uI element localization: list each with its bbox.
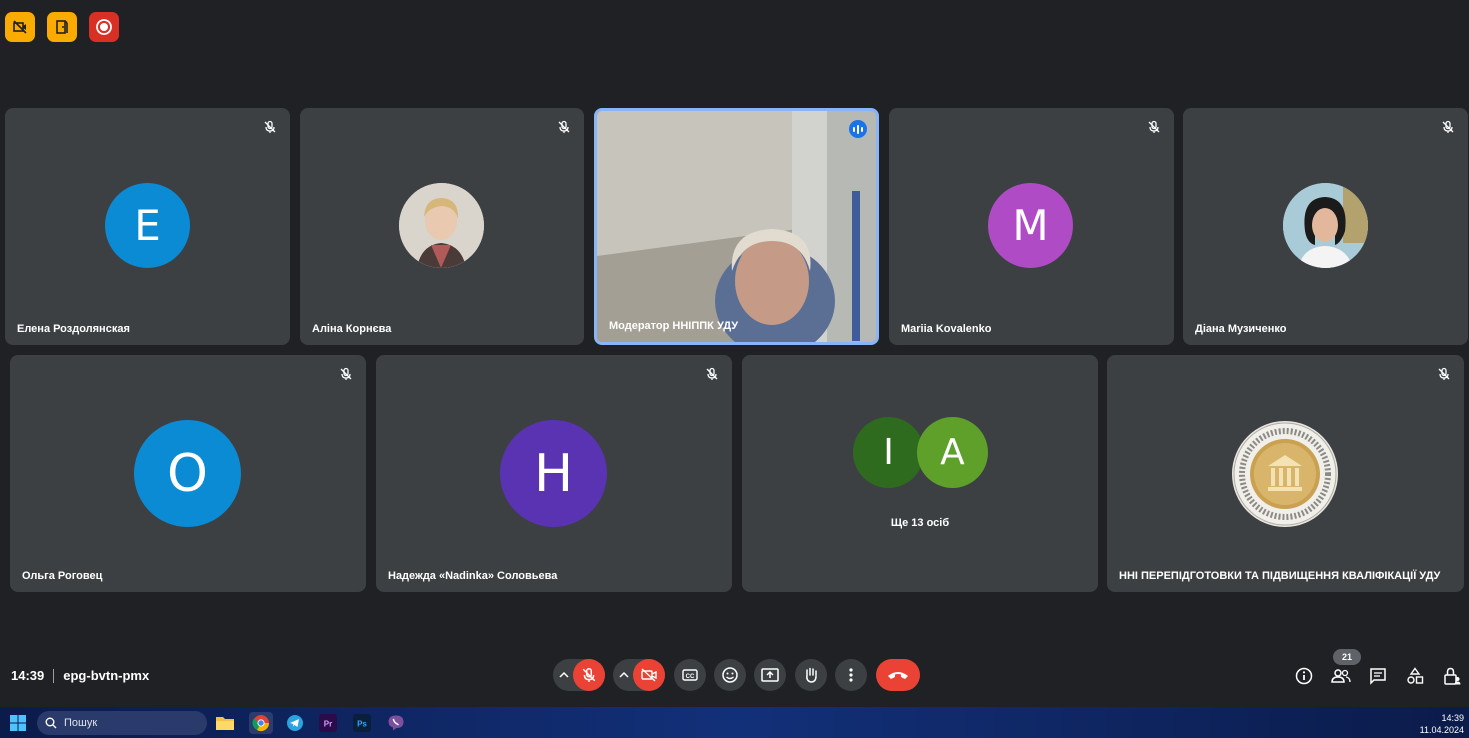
mic-off-icon	[704, 366, 720, 382]
meeting-code[interactable]: epg-bvtn-pmx	[63, 668, 149, 683]
viber-icon[interactable]	[385, 712, 407, 734]
os-taskbar: Пошук Pr Ps 14:39 11.04.2024	[0, 707, 1469, 738]
leave-call-button[interactable]	[876, 659, 920, 691]
institute-seal-logo	[1232, 421, 1338, 527]
chrome-icon[interactable]	[249, 712, 273, 734]
mic-toggle-button[interactable]	[573, 659, 605, 691]
participant-count-badge: 21	[1333, 649, 1361, 665]
chevron-up-icon[interactable]	[619, 668, 629, 686]
more-participants-label: Ще 13 осіб	[890, 517, 950, 529]
mic-off-icon	[338, 366, 354, 382]
info-icon	[1295, 667, 1313, 685]
emoji-icon	[722, 667, 738, 683]
present-screen-button[interactable]	[754, 659, 786, 691]
mic-off-icon	[1146, 119, 1162, 135]
top-status-badges	[5, 12, 119, 42]
hand-icon	[806, 667, 817, 683]
participant-tile[interactable]: H Надежда «Nadinka» Соловьева	[376, 355, 732, 592]
search-icon	[45, 717, 57, 729]
mic-off-icon	[582, 667, 596, 682]
chat-button[interactable]	[1368, 666, 1388, 686]
camera-control-group	[613, 659, 665, 691]
camera-toggle-button[interactable]	[633, 659, 665, 691]
participant-tile[interactable]: E Елена Роздолянская	[5, 108, 290, 345]
chat-icon	[1370, 668, 1386, 685]
video-feed	[597, 111, 876, 342]
meeting-details-button[interactable]	[1294, 666, 1314, 686]
participant-photo	[1283, 183, 1368, 268]
captions-button[interactable]: CC	[674, 659, 706, 691]
end-call-icon	[888, 672, 908, 679]
others-group-tile[interactable]: I A Ще 13 осіб	[742, 355, 1098, 592]
windows-start-icon[interactable]	[7, 712, 29, 734]
clock-date: 11.04.2024	[1419, 725, 1464, 735]
no-camera-badge-icon[interactable]	[5, 12, 35, 42]
premiere-pro-icon[interactable]: Pr	[317, 712, 339, 734]
participant-name: Аліна Корнєва	[312, 323, 392, 335]
svg-text:CC: CC	[686, 674, 695, 680]
participant-avatar: O	[134, 420, 241, 527]
captions-icon: CC	[682, 669, 698, 681]
participant-name: Модератор ННІППК УДУ	[609, 320, 739, 332]
mic-control-group	[553, 659, 605, 691]
participant-tile[interactable]: M Mariia Kovalenko	[889, 108, 1174, 345]
system-clock[interactable]: 14:39 11.04.2024	[1420, 712, 1464, 736]
record-badge-icon[interactable]	[89, 12, 119, 42]
taskbar-search-input[interactable]: Пошук	[37, 711, 207, 735]
participant-name: Надежда «Nadinka» Соловьева	[388, 570, 558, 582]
participant-name: ННІ ПЕРЕПІДГОТОВКИ ТА ПІДВИЩЕННЯ КВАЛІФІ…	[1119, 570, 1441, 582]
participant-photo	[399, 183, 484, 268]
telegram-icon[interactable]	[284, 712, 306, 734]
mic-off-icon	[1440, 119, 1456, 135]
participant-name: Елена Роздолянская	[17, 323, 130, 335]
activities-button[interactable]	[1405, 666, 1425, 686]
lock-person-icon	[1444, 667, 1461, 685]
participant-avatar: M	[988, 183, 1073, 268]
speaking-indicator-icon	[849, 120, 867, 138]
meeting-time: 14:39	[11, 668, 45, 683]
chevron-up-icon[interactable]	[559, 668, 569, 686]
clock-time: 14:39	[1441, 713, 1464, 723]
svg-text:Pr: Pr	[324, 720, 332, 729]
people-icon	[1331, 669, 1351, 683]
door-badge-icon[interactable]	[47, 12, 77, 42]
participant-tile[interactable]: O Ольга Роговец	[10, 355, 366, 592]
file-explorer-icon[interactable]	[214, 712, 236, 734]
reactions-button[interactable]	[714, 659, 746, 691]
participant-name: Діана Музиченко	[1195, 323, 1287, 335]
camera-off-icon	[641, 668, 657, 682]
participant-avatar: H	[500, 420, 607, 527]
mic-off-icon	[1436, 366, 1452, 382]
host-controls-button[interactable]	[1442, 666, 1462, 686]
participant-avatar: E	[105, 183, 190, 268]
people-button[interactable]	[1331, 666, 1351, 686]
group-avatar: A	[917, 417, 988, 488]
svg-text:Ps: Ps	[357, 720, 367, 729]
divider	[53, 668, 55, 683]
group-avatar: I	[853, 417, 924, 488]
participant-tile[interactable]: Аліна Корнєва	[300, 108, 584, 345]
mic-off-icon	[262, 119, 278, 135]
raise-hand-button[interactable]	[795, 659, 827, 691]
more-vert-icon	[849, 668, 853, 682]
participant-name: Mariia Kovalenko	[901, 323, 992, 335]
more-options-button[interactable]	[835, 659, 867, 691]
participant-tile[interactable]: ННІ ПЕРЕПІДГОТОВКИ ТА ПІДВИЩЕННЯ КВАЛІФІ…	[1107, 355, 1464, 592]
participant-tile[interactable]: Діана Музиченко	[1183, 108, 1468, 345]
meeting-info: 14:39 epg-bvtn-pmx	[11, 668, 149, 683]
photoshop-icon[interactable]: Ps	[351, 712, 373, 734]
present-icon	[761, 668, 779, 682]
mic-off-icon	[556, 119, 572, 135]
shapes-icon	[1407, 667, 1424, 684]
search-placeholder: Пошук	[64, 717, 98, 729]
meeting-control-bar: 14:39 epg-bvtn-pmx CC 21	[0, 649, 1469, 695]
participant-name: Ольга Роговец	[22, 570, 103, 582]
active-speaker-tile[interactable]: Модератор ННІППК УДУ	[594, 108, 879, 345]
